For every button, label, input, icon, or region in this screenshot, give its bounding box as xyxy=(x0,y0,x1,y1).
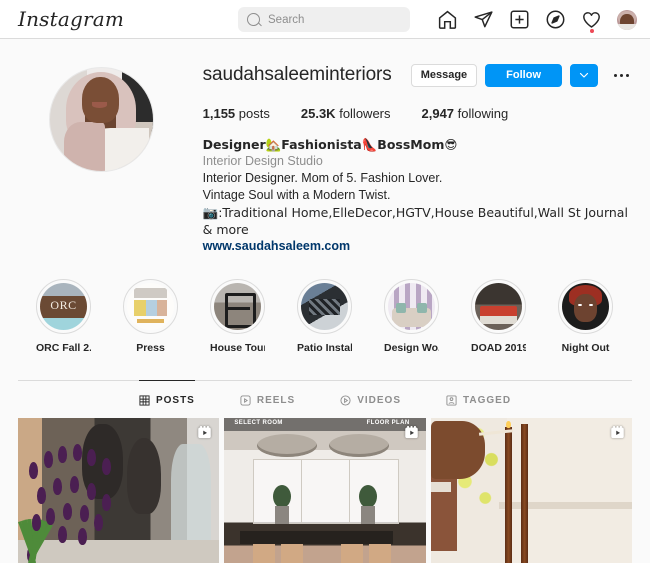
highlight-label: House Tour xyxy=(210,342,265,354)
highlight-ring xyxy=(210,279,265,334)
stat-followers[interactable]: 25.3K followers xyxy=(301,106,391,121)
highlight-ring xyxy=(471,279,526,334)
stat-followers-label: followers xyxy=(339,106,391,121)
post-thumbnail-1[interactable] xyxy=(18,418,220,563)
post-grid: SELECT ROOM FLOOR PLAN xyxy=(0,418,650,563)
more-options-button[interactable] xyxy=(610,65,632,85)
bio-line-2: Vintage Soul with a Modern Twist. xyxy=(202,188,391,202)
profile-info-column: saudahsaleeminteriors Message Follow 1,1… xyxy=(203,61,650,255)
highlight-press[interactable]: Press xyxy=(123,279,178,354)
tab-reels[interactable]: REELS xyxy=(240,380,295,418)
carousel-icon xyxy=(197,425,212,440)
reel-icon xyxy=(404,425,419,440)
bio-line-1: Interior Designer. Mom of 5. Fashion Lov… xyxy=(202,171,443,185)
highlight-ring xyxy=(297,279,352,334)
bio-website-link[interactable]: www.saudahsaleem.com xyxy=(203,239,351,253)
profile-stats: 1,155 posts 25.3K followers 2,947 follow… xyxy=(203,106,632,121)
top-navigation-bar: Instagram Search xyxy=(0,0,650,39)
highlight-cover-image xyxy=(40,283,87,330)
home-icon[interactable] xyxy=(437,9,458,30)
stat-posts: 1,155 posts xyxy=(203,106,270,121)
highlight-house-tour[interactable]: House Tour xyxy=(210,279,265,354)
highlight-label: DOAD 2019 xyxy=(471,342,526,354)
highlight-label: Patio Install xyxy=(297,342,352,354)
nav-icon-group xyxy=(437,0,637,39)
tagged-icon xyxy=(446,395,457,406)
stat-following-label: following xyxy=(457,106,509,121)
profile-header: saudahsaleeminteriors Message Follow 1,1… xyxy=(0,39,650,255)
profile-avatar-icon[interactable] xyxy=(617,9,637,30)
profile-avatar-column xyxy=(0,61,203,255)
highlight-cover-image xyxy=(388,283,435,330)
tab-reels-label: REELS xyxy=(256,395,296,406)
new-post-icon[interactable] xyxy=(509,9,530,30)
highlight-label: Press xyxy=(136,342,165,354)
search-icon xyxy=(247,13,260,26)
highlight-cover-image xyxy=(562,283,609,330)
bio-category: Interior Design Studio xyxy=(202,154,323,168)
follow-button[interactable]: Follow xyxy=(485,63,562,87)
post-overlay-select-room: SELECT ROOM xyxy=(234,419,283,426)
grid-icon xyxy=(139,395,150,406)
tab-posts[interactable]: POSTS xyxy=(138,380,195,418)
tab-posts-label: POSTS xyxy=(155,395,195,406)
highlight-cover-image xyxy=(127,283,174,330)
highlight-night-out[interactable]: Night Out xyxy=(558,279,613,354)
tab-tagged[interactable]: TAGGED xyxy=(446,380,511,418)
profile-avatar[interactable] xyxy=(48,67,154,172)
highlight-ring xyxy=(123,279,178,334)
highlight-label: Night Out xyxy=(561,342,610,354)
search-placeholder: Search xyxy=(268,13,305,26)
follow-dropdown-button[interactable] xyxy=(570,63,598,87)
tab-videos[interactable]: VIDEOS xyxy=(340,380,401,418)
instagram-logo[interactable]: Instagram xyxy=(18,8,124,30)
heart-icon[interactable] xyxy=(581,9,602,33)
highlight-cover-image xyxy=(475,283,522,330)
profile-page: saudahsaleeminteriors Message Follow 1,1… xyxy=(0,39,650,563)
reels-icon xyxy=(240,395,251,406)
bio-line-3: 📷:Traditional Home,ElleDecor,HGTV,House … xyxy=(202,205,628,237)
highlight-label: Design Wo... xyxy=(384,342,439,354)
highlight-ring xyxy=(36,279,91,334)
explore-icon[interactable] xyxy=(545,9,566,30)
stat-followers-value: 25.3K xyxy=(300,106,336,121)
highlight-ring xyxy=(384,279,439,334)
search-input[interactable]: Search xyxy=(238,7,410,32)
message-button[interactable]: Message xyxy=(410,63,478,87)
video-icon xyxy=(340,395,351,406)
post-thumbnail-2[interactable]: SELECT ROOM FLOOR PLAN xyxy=(224,418,426,563)
post-thumbnail-3[interactable] xyxy=(430,418,632,563)
highlight-cover-image xyxy=(301,283,348,330)
story-highlights: ORC Fall 2... Press House Tour xyxy=(0,255,650,354)
stat-following-value: 2,947 xyxy=(421,106,455,121)
page-title: saudahsaleeminteriors xyxy=(202,64,392,85)
reel-icon xyxy=(610,425,625,440)
tab-tagged-label: TAGGED xyxy=(463,395,512,406)
highlight-label: ORC Fall 2... xyxy=(36,342,91,354)
username-action-row: saudahsaleeminteriors Message Follow xyxy=(203,61,632,89)
highlight-orc-fall[interactable]: ORC Fall 2... xyxy=(36,279,91,354)
profile-bio: Designer🏡Fashionista👠BossMom😎 Interior D… xyxy=(203,136,632,255)
highlight-ring xyxy=(558,279,613,334)
highlight-doad-2019[interactable]: DOAD 2019 xyxy=(471,279,526,354)
profile-tabs: POSTS REELS VIDEOS TAGGED xyxy=(18,380,632,418)
stat-posts-value: 1,155 xyxy=(202,106,236,121)
bio-display-name: Designer🏡Fashionista👠BossMom😎 xyxy=(202,137,458,152)
highlight-cover-image xyxy=(214,283,261,330)
tab-videos-label: VIDEOS xyxy=(357,395,401,406)
notification-dot xyxy=(589,29,594,33)
highlight-design-work[interactable]: Design Wo... xyxy=(384,279,439,354)
send-icon[interactable] xyxy=(473,9,494,30)
stat-posts-label: posts xyxy=(238,106,270,121)
stat-following[interactable]: 2,947 following xyxy=(422,106,509,121)
highlight-patio-install[interactable]: Patio Install xyxy=(297,279,352,354)
